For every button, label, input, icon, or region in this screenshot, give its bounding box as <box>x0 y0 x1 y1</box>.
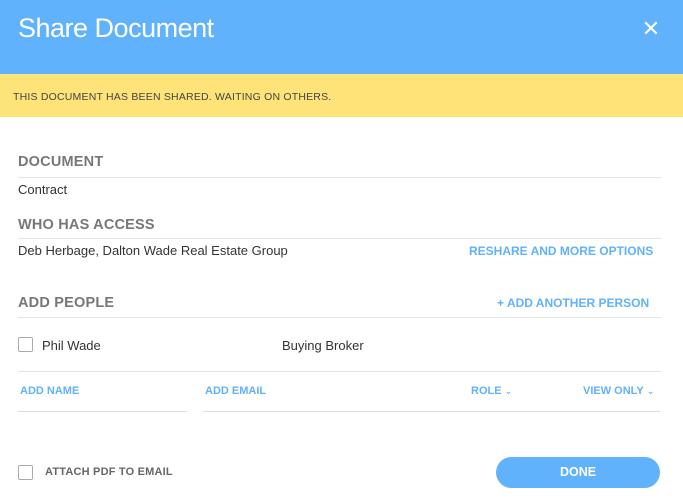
access-section-label: WHO HAS ACCESS <box>18 217 155 233</box>
divider <box>18 238 661 239</box>
person-checkbox[interactable] <box>18 337 33 352</box>
attach-pdf-checkbox[interactable] <box>18 465 33 480</box>
role-label: ROLE <box>471 385 502 397</box>
name-field[interactable]: ADD NAME <box>18 372 187 412</box>
divider <box>18 317 661 318</box>
name-placeholder: ADD NAME <box>20 385 80 397</box>
person-role: Buying Broker <box>282 338 364 353</box>
chevron-down-icon: ⌄ <box>504 386 513 396</box>
divider <box>18 177 661 178</box>
document-name: Contract <box>18 182 68 197</box>
permission-label: VIEW ONLY <box>583 385 644 397</box>
access-people: Deb Herbage, Dalton Wade Real Estate Gro… <box>18 243 288 258</box>
chevron-down-icon: ⌄ <box>646 386 655 396</box>
reshare-link[interactable]: RESHARE AND MORE OPTIONS <box>469 244 653 258</box>
permission-dropdown[interactable]: VIEW ONLY ⌄ <box>583 385 654 397</box>
dialog-header: Share Document ✕ <box>0 0 683 74</box>
close-icon[interactable]: ✕ <box>639 17 663 41</box>
person-name: Phil Wade <box>42 338 101 353</box>
status-banner: THIS DOCUMENT HAS BEEN SHARED. WAITING O… <box>0 74 683 117</box>
status-message: THIS DOCUMENT HAS BEEN SHARED. WAITING O… <box>13 91 332 103</box>
dialog-title: Share Document <box>18 13 214 43</box>
add-people-section-label: ADD PEOPLE <box>18 295 115 311</box>
done-button[interactable]: DONE <box>496 457 660 488</box>
role-dropdown[interactable]: ROLE ⌄ <box>471 385 512 397</box>
document-section-label: DOCUMENT <box>18 154 104 170</box>
email-placeholder: ADD EMAIL <box>205 385 267 397</box>
add-another-person-link[interactable]: + ADD ANOTHER PERSON <box>497 296 649 310</box>
attach-pdf-label: ATTACH PDF TO EMAIL <box>45 466 173 478</box>
